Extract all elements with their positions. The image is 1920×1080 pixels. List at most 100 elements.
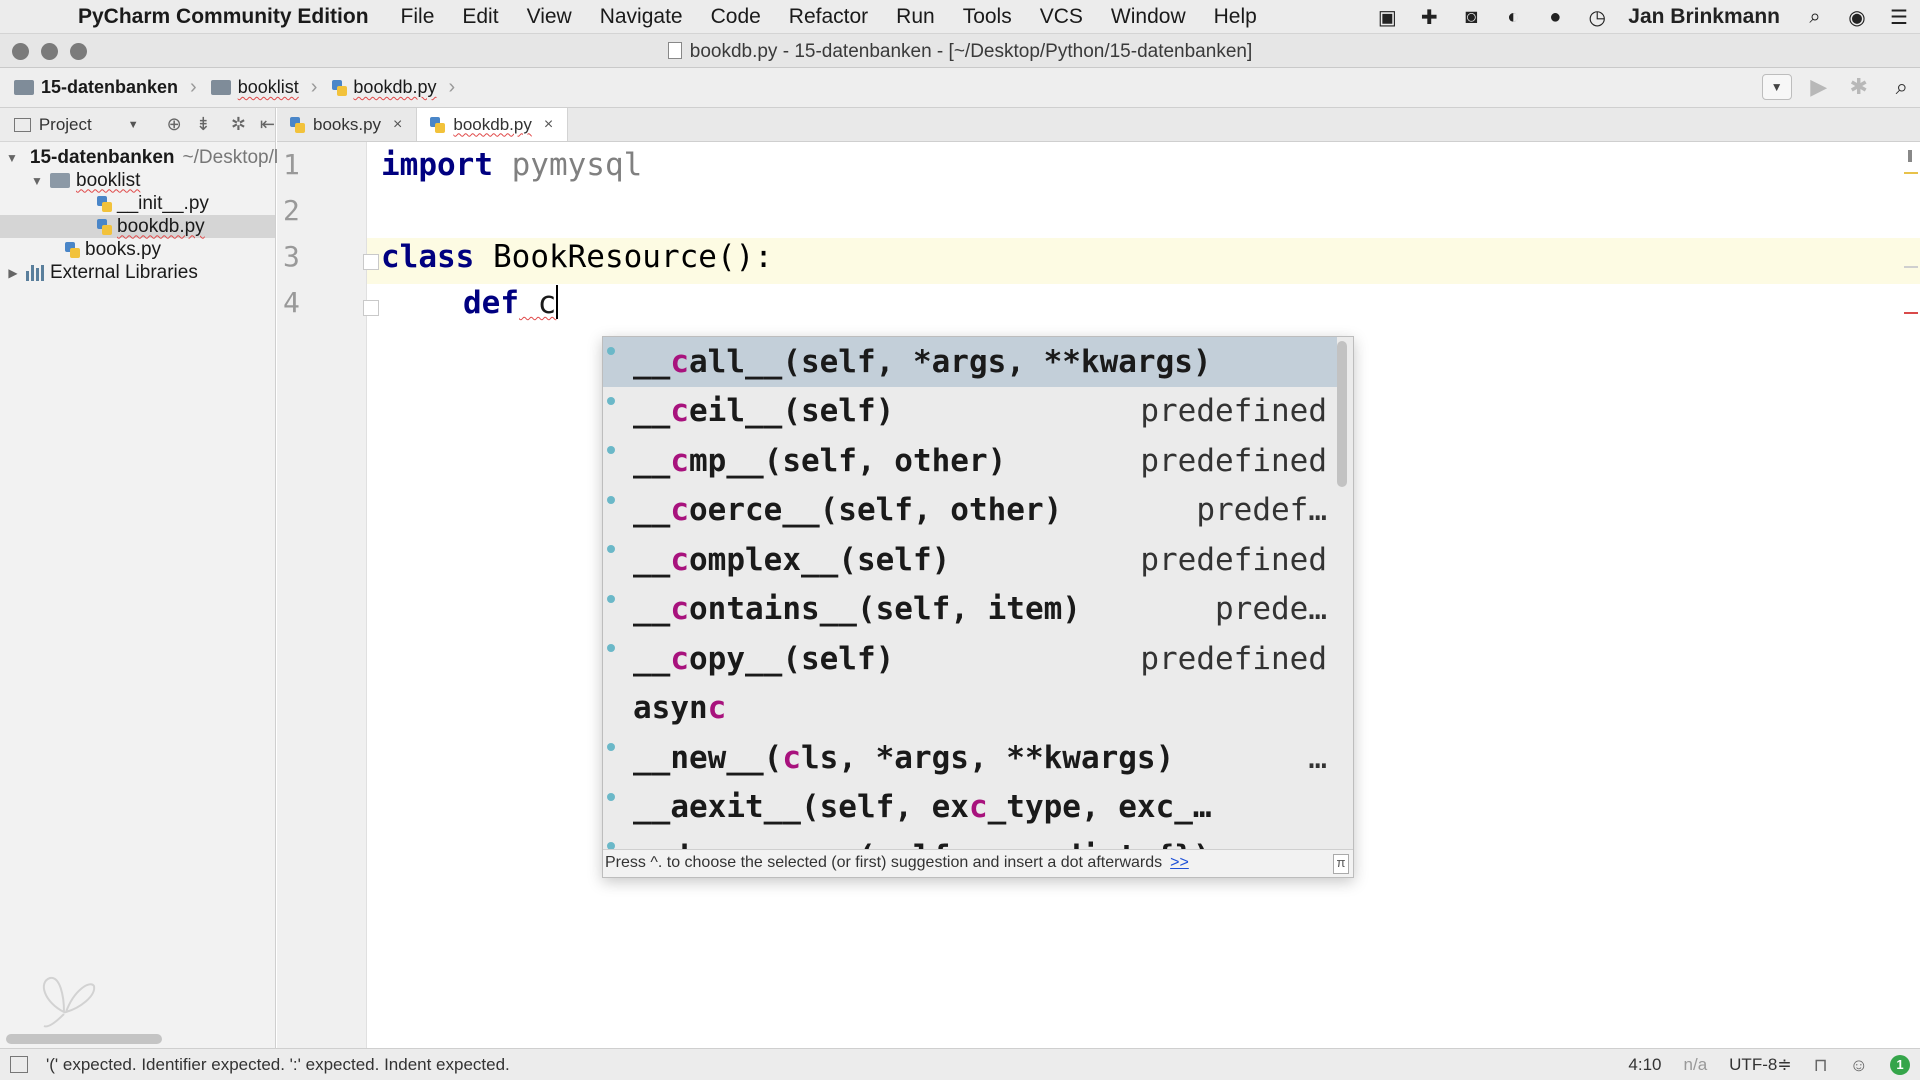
camera-icon[interactable]: ◙	[1456, 5, 1486, 29]
leaf-icon[interactable]: ◐	[1498, 5, 1528, 29]
time-machine-icon[interactable]: ◷	[1582, 5, 1612, 29]
tab-bookdb-py[interactable]: bookdb.py ×	[417, 108, 569, 141]
project-panel-header: Project ▼ ⊕ ⇟ ✲ ⇤	[0, 108, 275, 142]
code-completion-popup[interactable]: __call__(self, *args, **kwargs) __ceil__(…	[602, 336, 1354, 878]
caret-position[interactable]: 4:10	[1628, 1055, 1661, 1075]
collapse-triangle-icon[interactable]: ▶	[6, 266, 20, 280]
menu-navigate[interactable]: Navigate	[600, 5, 683, 29]
run-toolbar: ▼ ▶ ✱ ⌕	[1761, 74, 1908, 100]
menu-refactor[interactable]: Refactor	[789, 5, 868, 29]
menu-run[interactable]: Run	[896, 5, 935, 29]
fold-marker-icon[interactable]	[363, 254, 379, 270]
completion-item[interactable]: __cmp__(self, other) predefined	[603, 436, 1337, 486]
app-tray-icon[interactable]: ▣	[1372, 5, 1402, 29]
menu-edit[interactable]: Edit	[462, 5, 498, 29]
code-line-4: def c	[463, 280, 559, 326]
completion-prefix: __aexit__(self, ex	[633, 789, 969, 826]
warning-marker[interactable]	[1904, 172, 1918, 174]
completion-item[interactable]: __contains__(self, item) prede…	[603, 585, 1337, 635]
run-configuration-dropdown[interactable]: ▼	[1761, 74, 1792, 100]
menu-tools[interactable]: Tools	[963, 5, 1012, 29]
close-icon[interactable]: ×	[544, 116, 553, 134]
completion-type-hint: predef…	[1196, 492, 1327, 529]
project-tool-window: Project ▼ ⊕ ⇟ ✲ ⇤ ▼ 15-datenbanken ~/Des…	[0, 108, 278, 1048]
run-icon[interactable]: ▶	[1806, 74, 1832, 100]
editor-tabs: books.py × bookdb.py ×	[277, 108, 1920, 142]
completion-item[interactable]: __new__(cls, *args, **kwargs)…	[603, 733, 1337, 783]
file-icon	[667, 42, 682, 59]
breadcrumb-label: booklist	[237, 77, 299, 97]
completion-match: c	[670, 343, 689, 380]
completion-item[interactable]: __coerce__(self, other) predef…	[603, 486, 1337, 536]
info-marker[interactable]	[1904, 266, 1918, 268]
line-separator-indicator[interactable]: n/a	[1684, 1055, 1708, 1075]
python-file-icon	[96, 195, 112, 213]
pause-inspection-icon[interactable]	[1908, 150, 1912, 162]
settings-gear-icon[interactable]: ✲	[231, 114, 246, 135]
collapse-all-icon[interactable]: ⇟	[196, 114, 211, 135]
breadcrumb-booklist[interactable]: booklist ›	[210, 76, 317, 99]
plus-cross-icon[interactable]: ✚	[1414, 5, 1444, 29]
app-name-menu[interactable]: PyCharm Community Edition	[78, 5, 369, 29]
status-widgets: 4:10 n/a UTF-8≑ ⊓ ☺ 1	[1628, 1049, 1910, 1080]
spotlight-search-icon[interactable]: ⌕	[1800, 5, 1830, 29]
completion-item[interactable]: async	[603, 684, 1337, 734]
inspector-icon[interactable]: ☺	[1850, 1055, 1868, 1076]
expand-triangle-icon[interactable]: ▼	[30, 174, 44, 188]
project-view-selector[interactable]: Project	[39, 115, 92, 135]
completion-item[interactable]: __copy__(self) predefined	[603, 634, 1337, 684]
chevron-down-icon[interactable]: ▼	[128, 119, 139, 131]
search-everywhere-icon[interactable]: ⌕	[1896, 74, 1908, 100]
close-icon[interactable]: ×	[393, 116, 402, 134]
file-encoding[interactable]: UTF-8≑	[1729, 1055, 1791, 1075]
event-log-badge[interactable]: 1	[1890, 1055, 1910, 1075]
tree-item-external-libraries[interactable]: ▶ External Libraries	[0, 261, 275, 284]
scroll-from-source-icon[interactable]: ⊕	[167, 114, 182, 135]
python-file-icon	[64, 241, 80, 259]
menu-code[interactable]: Code	[711, 5, 761, 29]
window-title-text: bookdb.py - 15-datenbanken - [~/Desktop/…	[689, 41, 1253, 62]
debug-icon[interactable]: ✱	[1846, 74, 1872, 100]
siri-icon[interactable]: ◉	[1842, 5, 1872, 29]
breadcrumb-project[interactable]: 15-datenbanken ›	[14, 76, 197, 99]
completion-item-name: __aexit__(self, exc_type, exc_…	[633, 789, 1212, 825]
completion-prefix: __deep	[633, 839, 745, 849]
completion-item-name: __coerce__(self, other)	[633, 492, 1062, 528]
menu-vcs[interactable]: VCS	[1040, 5, 1083, 29]
completion-item[interactable]: __ceil__(self) predefined	[603, 387, 1337, 437]
breadcrumb-file[interactable]: bookdb.py ›	[331, 76, 455, 99]
tree-item-bookdb-py[interactable]: bookdb.py	[0, 215, 275, 238]
completion-item-name: __deepcopy__(self, memodict={})	[633, 839, 1212, 849]
tree-item-init-py[interactable]: __init__.py	[0, 192, 275, 215]
completion-scrollbar[interactable]	[1337, 341, 1347, 487]
tree-item-booklist[interactable]: ▼ booklist	[0, 169, 275, 192]
completion-item[interactable]: __complex__(self) predefined	[603, 535, 1337, 585]
user-name[interactable]: Jan Brinkmann	[1628, 5, 1780, 29]
completion-item[interactable]: __call__(self, *args, **kwargs)	[603, 337, 1337, 387]
lock-icon[interactable]: ⊓	[1814, 1055, 1828, 1076]
completion-suffix: mp__(self, other)	[689, 442, 1007, 479]
tab-books-py[interactable]: books.py ×	[277, 108, 418, 141]
line-number-gutter: 1 2 3 4	[277, 142, 367, 1048]
completion-item-name: __ceil__(self)	[633, 393, 894, 429]
completion-more-link[interactable]: >>	[1170, 854, 1189, 871]
menu-file[interactable]: File	[401, 5, 435, 29]
fold-marker-icon[interactable]	[363, 300, 379, 316]
tree-item-label: __init__.py	[117, 192, 209, 214]
horizontal-scrollbar[interactable]	[6, 1034, 162, 1044]
hide-panel-icon[interactable]: ⇤	[260, 114, 275, 135]
expand-triangle-icon[interactable]: ▼	[6, 151, 18, 165]
tool-windows-toggle-icon[interactable]	[10, 1056, 28, 1073]
menu-window[interactable]: Window	[1111, 5, 1186, 29]
completion-item[interactable]: __aexit__(self, exc_type, exc_…	[603, 783, 1337, 833]
chat-icon[interactable]: ●	[1540, 5, 1570, 29]
menu-view[interactable]: View	[527, 5, 572, 29]
completion-pi-icon[interactable]: π	[1333, 854, 1349, 874]
notification-center-icon[interactable]: ☰	[1884, 5, 1914, 29]
error-marker[interactable]	[1904, 312, 1918, 314]
keyword: class	[381, 239, 475, 275]
tree-item-books-py[interactable]: books.py	[0, 238, 275, 261]
completion-item[interactable]: __deepcopy__(self, memodict={})	[603, 832, 1337, 849]
tree-item-15-datenbanken[interactable]: ▼ 15-datenbanken ~/Desktop/l	[0, 146, 278, 169]
menu-help[interactable]: Help	[1214, 5, 1257, 29]
